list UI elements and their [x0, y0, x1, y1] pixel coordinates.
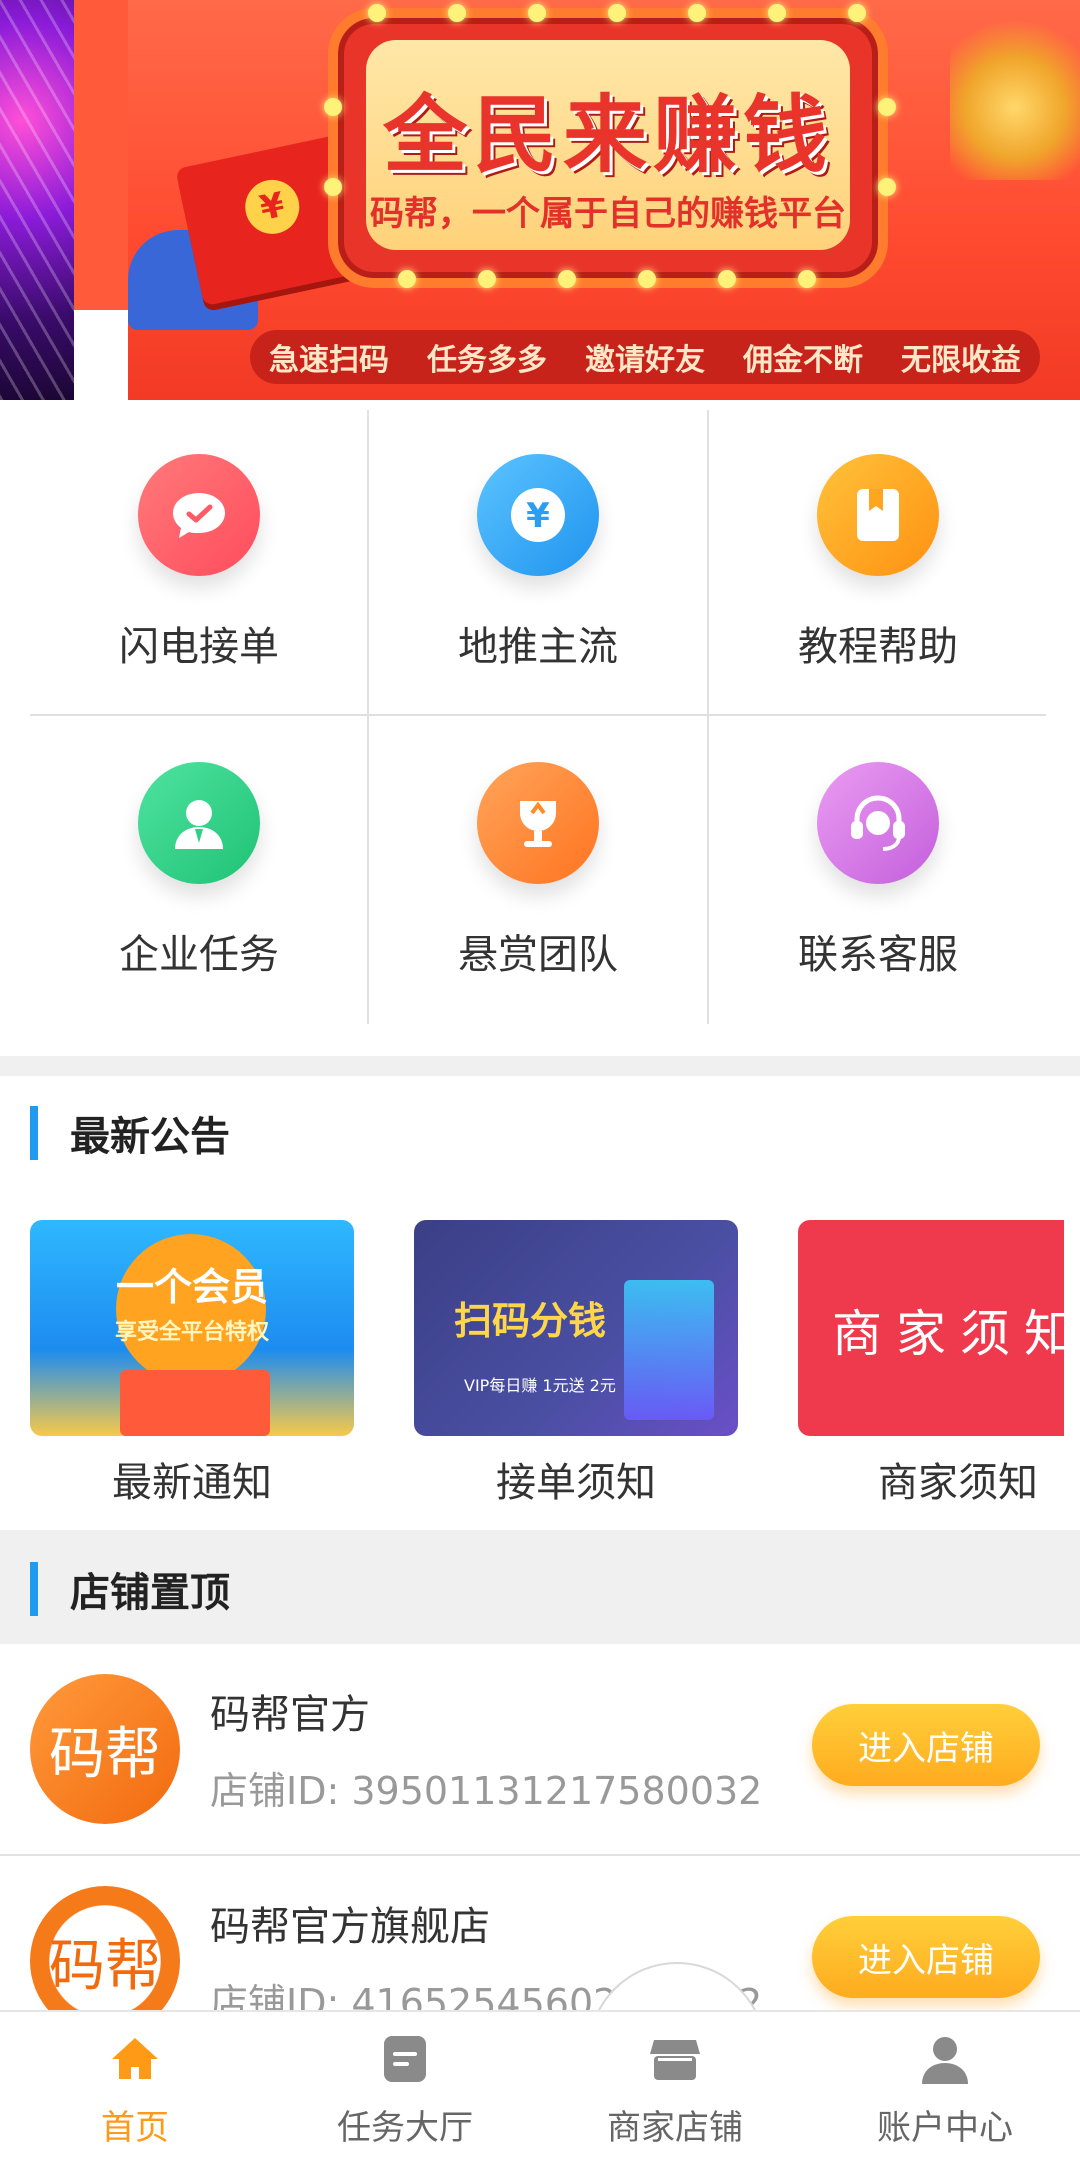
- headset-icon: [817, 762, 939, 884]
- grid-item-label: 闪电接单: [119, 624, 279, 670]
- gold-coins-decoration: [950, 0, 1080, 180]
- marquee-sign: 全民来赚钱 码帮，一个属于自己的赚钱平台: [324, 4, 896, 288]
- tab-label: 任务大厅: [337, 2108, 473, 2148]
- promo-banner[interactable]: 全民来赚钱 码帮，一个属于自己的赚钱平台 急速扫码 任务多多 邀请好友 佣金不断…: [0, 0, 1080, 400]
- notices-header: 最新公告: [30, 1104, 230, 1162]
- enter-shop-button[interactable]: 进入店铺: [812, 1916, 1040, 1998]
- tagline-item: 任务多多: [427, 343, 547, 378]
- section-accent-bar: [30, 1562, 38, 1616]
- shop-logo: 码帮: [30, 1886, 180, 2010]
- chat-icon: [138, 454, 260, 576]
- enter-shop-button[interactable]: 进入店铺: [812, 1704, 1040, 1786]
- notice-caption: 接单须知: [496, 1460, 656, 1506]
- section-title: 最新公告: [70, 1114, 230, 1160]
- tab-home[interactable]: 首页: [0, 2026, 270, 2150]
- home-icon: [108, 2032, 162, 2086]
- tab-label: 商家店铺: [607, 2108, 743, 2148]
- notice-image: 商家须知: [798, 1220, 1064, 1436]
- svg-text:¥: ¥: [526, 496, 550, 536]
- banner-slide: 全民来赚钱 码帮，一个属于自己的赚钱平台 急速扫码 任务多多 邀请好友 佣金不断…: [128, 0, 1080, 400]
- banner-tagline: 急速扫码 任务多多 邀请好友 佣金不断 无限收益: [250, 330, 1040, 384]
- grid-item-flash-order[interactable]: 闪电接单: [30, 408, 368, 714]
- function-grid: 闪电接单 ¥ 地推主流 教程帮助 企业任务 悬赏团队 联系客服: [30, 408, 1046, 1024]
- grid-item-label: 企业任务: [119, 932, 279, 978]
- grid-item-customer-service[interactable]: 联系客服: [709, 716, 1047, 1022]
- grid-item-label: 联系客服: [798, 932, 958, 978]
- shop-row[interactable]: 码帮 码帮官方旗舰店 店铺ID: 41652545602854912 进入店铺: [0, 1856, 1080, 2010]
- task-icon: [378, 2032, 432, 2086]
- notice-image-title: 一个会员: [115, 1265, 268, 1309]
- tab-label: 账户中心: [877, 2108, 1013, 2148]
- grid-item-reward-team[interactable]: 悬赏团队: [369, 716, 707, 1022]
- person-icon: [138, 762, 260, 884]
- tab-task-hall[interactable]: 任务大厅: [270, 2026, 540, 2150]
- yuan-icon: ¥: [477, 454, 599, 576]
- grid-item-label: 悬赏团队: [458, 932, 618, 978]
- tagline-item: 无限收益: [901, 343, 1021, 378]
- grid-item-enterprise-task[interactable]: 企业任务: [30, 716, 368, 1022]
- grid-item-ground-promotion[interactable]: ¥ 地推主流: [369, 408, 707, 714]
- shop-logo: 码帮: [30, 1674, 180, 1824]
- book-icon: [817, 454, 939, 576]
- section-accent-bar: [30, 1106, 38, 1160]
- notice-caption: 最新通知: [112, 1460, 272, 1506]
- grid-item-tutorial-help[interactable]: 教程帮助: [709, 408, 1047, 714]
- store-icon: [648, 2032, 702, 2086]
- notice-image: 扫码分钱 VIP每日赚 1元送 2元: [414, 1220, 738, 1436]
- tab-merchant-store[interactable]: 商家店铺: [540, 2026, 810, 2150]
- user-icon: [918, 2032, 972, 2086]
- section-divider: [0, 1056, 1080, 1076]
- banner-subtitle: 码帮，一个属于自己的赚钱平台: [370, 194, 846, 234]
- notice-card-order-rules[interactable]: 扫码分钱 VIP每日赚 1元送 2元 接单须知: [414, 1220, 738, 1508]
- shop-name: 码帮官方: [210, 1692, 370, 1738]
- notice-image-subtitle: 享受全平台特权: [114, 1320, 269, 1345]
- banner-previous-slide: [0, 0, 74, 400]
- notice-caption: 商家须知: [878, 1460, 1038, 1506]
- shop-row[interactable]: 码帮 码帮官方 店铺ID: 3950113121​7580032 进入店铺: [0, 1644, 1080, 1854]
- grid-item-label: 教程帮助: [798, 624, 958, 670]
- section-title: 店铺置顶: [70, 1570, 230, 1616]
- grid-item-label: 地推主流: [458, 624, 618, 670]
- tab-label: 首页: [101, 2108, 169, 2148]
- shop-name: 码帮官方旗舰店: [210, 1904, 490, 1950]
- banner-title: 全民来赚钱: [382, 86, 833, 184]
- tagline-item: 佣金不断: [743, 343, 863, 378]
- tab-account-center[interactable]: 账户中心: [810, 2026, 1080, 2150]
- notice-image-title: 商家须知: [832, 1305, 1064, 1363]
- notice-image-title: 扫码分钱: [454, 1299, 607, 1343]
- trophy-icon: [477, 762, 599, 884]
- notice-image: 一个会员 享受全平台特权: [30, 1220, 354, 1436]
- tagline-item: 急速扫码: [269, 343, 389, 378]
- notice-card-merchant-rules[interactable]: 商家须知 商家须知: [798, 1220, 1064, 1508]
- shop-id: 店铺ID: 3950113121​7580032: [210, 1769, 763, 1813]
- notice-card-latest[interactable]: 一个会员 享受全平台特权 最新通知: [30, 1220, 354, 1508]
- notice-image-subtitle: VIP每日赚 1元送 2元: [464, 1376, 616, 1395]
- tagline-item: 邀请好友: [585, 343, 705, 378]
- shops-header: 店铺置顶: [30, 1560, 230, 1618]
